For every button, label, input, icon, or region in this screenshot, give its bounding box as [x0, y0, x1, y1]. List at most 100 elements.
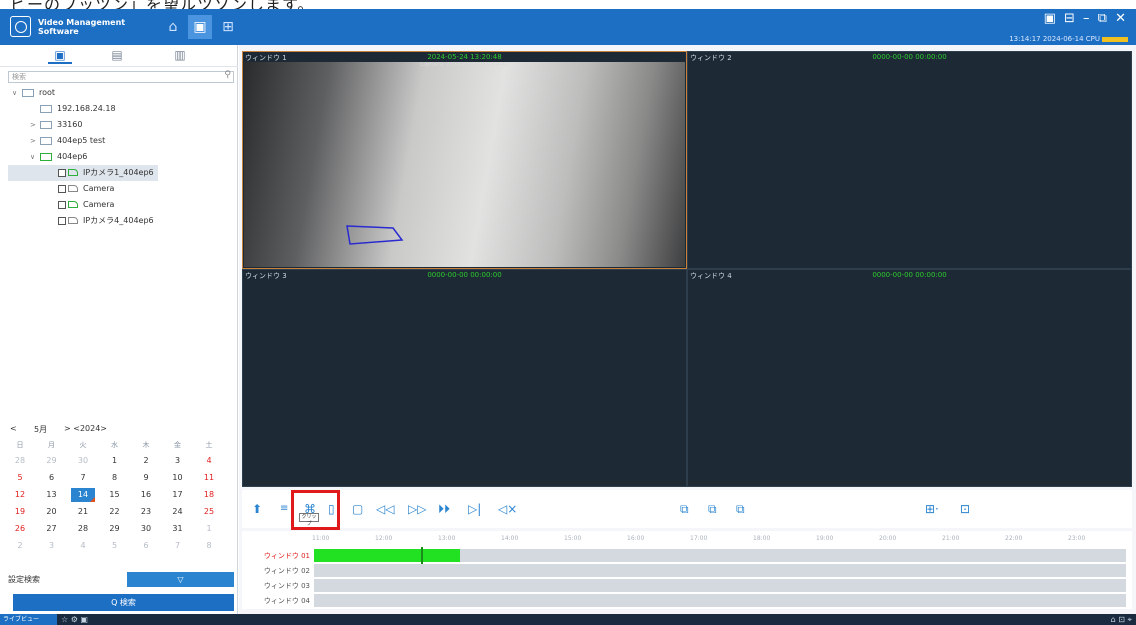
- tree-node[interactable]: ∨ 404ep6: [8, 149, 228, 165]
- camera-checkbox[interactable]: [58, 184, 66, 193]
- recording-segment[interactable]: [314, 549, 461, 562]
- mute-button[interactable]: ◁×: [498, 502, 517, 516]
- calendar-day[interactable]: 24: [166, 505, 190, 519]
- list-icon[interactable]: ≡: [280, 502, 288, 516]
- calendar-day[interactable]: 21: [71, 505, 95, 519]
- calendar-day[interactable]: 9: [134, 471, 158, 485]
- tree-caret-icon[interactable]: ∨: [12, 85, 22, 101]
- calendar-day[interactable]: 29: [40, 454, 64, 468]
- calendar-day[interactable]: 30: [71, 454, 95, 468]
- pane-timestamp: 2024-05-24 13:20:48: [427, 53, 502, 61]
- playback-icon[interactable]: ▣: [188, 15, 212, 39]
- fullscreen-icon[interactable]: ⊡: [960, 502, 970, 516]
- copy-icon[interactable]: ⧉: [680, 502, 689, 516]
- calendar-day[interactable]: 7: [71, 471, 95, 485]
- search-button[interactable]: Q 検索: [13, 594, 234, 611]
- playhead-cursor[interactable]: [420, 547, 423, 564]
- calendar-day[interactable]: 3: [166, 454, 190, 468]
- calendar-day[interactable]: 6: [134, 539, 158, 553]
- step-button[interactable]: ▷▷: [408, 502, 426, 516]
- calendar-day[interactable]: 20: [40, 505, 64, 519]
- calendar-day[interactable]: 3: [40, 539, 64, 553]
- tree-node[interactable]: Camera: [8, 197, 228, 213]
- timeline-track[interactable]: [314, 594, 1126, 607]
- forward-button[interactable]: ⏵⏵: [438, 502, 450, 516]
- group-tab-icon[interactable]: ▤: [105, 48, 129, 64]
- calendar-day[interactable]: 30: [134, 522, 158, 536]
- calendar-day[interactable]: 15: [103, 488, 127, 502]
- calendar-day[interactable]: 16: [134, 488, 158, 502]
- bottom-icons[interactable]: ☆ ⚙ ▣: [61, 614, 88, 625]
- video-pane[interactable]: ウィンドウ 4 0000-00-00 00:00:00: [687, 269, 1132, 487]
- calendar-day[interactable]: 1: [197, 522, 221, 536]
- camera-checkbox[interactable]: [58, 216, 66, 225]
- calendar-day[interactable]: 7: [166, 539, 190, 553]
- calendar-day[interactable]: 27: [40, 522, 64, 536]
- calendar-day[interactable]: 18: [197, 488, 221, 502]
- tree-caret-icon[interactable]: >: [30, 117, 40, 133]
- calendar-day[interactable]: 6: [40, 471, 64, 485]
- tree-caret-icon[interactable]: ∨: [30, 149, 40, 165]
- search-icon[interactable]: ⚲: [224, 70, 231, 80]
- filter-button[interactable]: ▽: [127, 572, 234, 587]
- video-pane[interactable]: ウィンドウ 2 0000-00-00 00:00:00: [687, 51, 1132, 269]
- tree-node[interactable]: ∨ root: [8, 85, 228, 101]
- paste-icon[interactable]: ⧉: [708, 502, 717, 516]
- timeline-track[interactable]: [314, 579, 1126, 592]
- calendar-day[interactable]: 13: [40, 488, 64, 502]
- tree-node[interactable]: IPカメラ4_404ep6: [8, 213, 228, 229]
- tree-node[interactable]: >404ep5 test: [8, 133, 228, 149]
- calendar-day[interactable]: 8: [197, 539, 221, 553]
- calendar-day[interactable]: 28: [8, 454, 32, 468]
- tree-node[interactable]: IPカメラ1_404ep6: [8, 165, 158, 181]
- home-icon[interactable]: ⌂: [161, 15, 185, 39]
- calendar-day[interactable]: 2: [8, 539, 32, 553]
- calendar-day[interactable]: 2: [134, 454, 158, 468]
- calendar-day[interactable]: 4: [71, 539, 95, 553]
- calendar-day[interactable]: 5: [8, 471, 32, 485]
- calendar-day[interactable]: 11: [197, 471, 221, 485]
- rewind-button[interactable]: ◁◁: [376, 502, 394, 516]
- layout-grid-icon[interactable]: ⊞·: [925, 502, 939, 516]
- calendar-day[interactable]: 23: [134, 505, 158, 519]
- video-pane[interactable]: ウィンドウ 1 2024-05-24 13:20:48 Camera 2024-05…: [242, 51, 687, 269]
- calendar-day[interactable]: 1: [103, 454, 127, 468]
- calendar-day[interactable]: 10: [166, 471, 190, 485]
- calendar-day[interactable]: 22: [103, 505, 127, 519]
- tree-node[interactable]: >33160: [8, 117, 228, 133]
- timeline-track[interactable]: [314, 564, 1126, 577]
- calendar-day[interactable]: 5: [103, 539, 127, 553]
- next-frame-button[interactable]: ▷|: [468, 502, 481, 516]
- calendar-day[interactable]: 17: [166, 488, 190, 502]
- calendar-day[interactable]: 25: [197, 505, 221, 519]
- timeline-track[interactable]: [314, 547, 1126, 564]
- view-tab-icon[interactable]: ▥: [168, 48, 192, 64]
- tree-caret-icon[interactable]: >: [30, 133, 40, 149]
- liveview-tab[interactable]: ライブビュー: [0, 614, 57, 625]
- calendar-day[interactable]: 26: [8, 522, 32, 536]
- tree-node-label: Camera: [83, 184, 115, 193]
- camera-checkbox[interactable]: [58, 168, 66, 177]
- tree-node[interactable]: 192.168.24.18: [8, 101, 228, 117]
- tree-node[interactable]: Camera: [8, 181, 228, 197]
- prev-month-button[interactable]: <: [10, 424, 17, 433]
- calendar-day[interactable]: 28: [71, 522, 95, 536]
- export-icon[interactable]: ⬆: [252, 502, 262, 516]
- device-search-input[interactable]: 検索 ⚲: [8, 70, 234, 83]
- calendar-day[interactable]: 8: [103, 471, 127, 485]
- calendar-day[interactable]: 14: [71, 488, 95, 502]
- calendar-day[interactable]: 29: [103, 522, 127, 536]
- calendar-day[interactable]: 31: [166, 522, 190, 536]
- bottom-right-icons[interactable]: ⌂ ⊡ ⌖: [1111, 614, 1132, 625]
- duplicate-icon[interactable]: ⧉: [736, 502, 745, 516]
- stop-button[interactable]: ▢: [352, 502, 363, 516]
- window-controls[interactable]: ▣ ⊟ – ⧉ ✕: [1044, 11, 1128, 26]
- calendar-day[interactable]: 19: [8, 505, 32, 519]
- calendar-day[interactable]: 12: [8, 488, 32, 502]
- calendar-day[interactable]: 4: [197, 454, 221, 468]
- grid-icon[interactable]: ⊞: [216, 15, 240, 39]
- device-tab-icon[interactable]: ▣: [48, 48, 72, 64]
- camera-checkbox[interactable]: [58, 200, 66, 209]
- video-pane[interactable]: ウィンドウ 3 0000-00-00 00:00:00: [242, 269, 687, 487]
- year-nav[interactable]: > <2024>: [64, 424, 107, 433]
